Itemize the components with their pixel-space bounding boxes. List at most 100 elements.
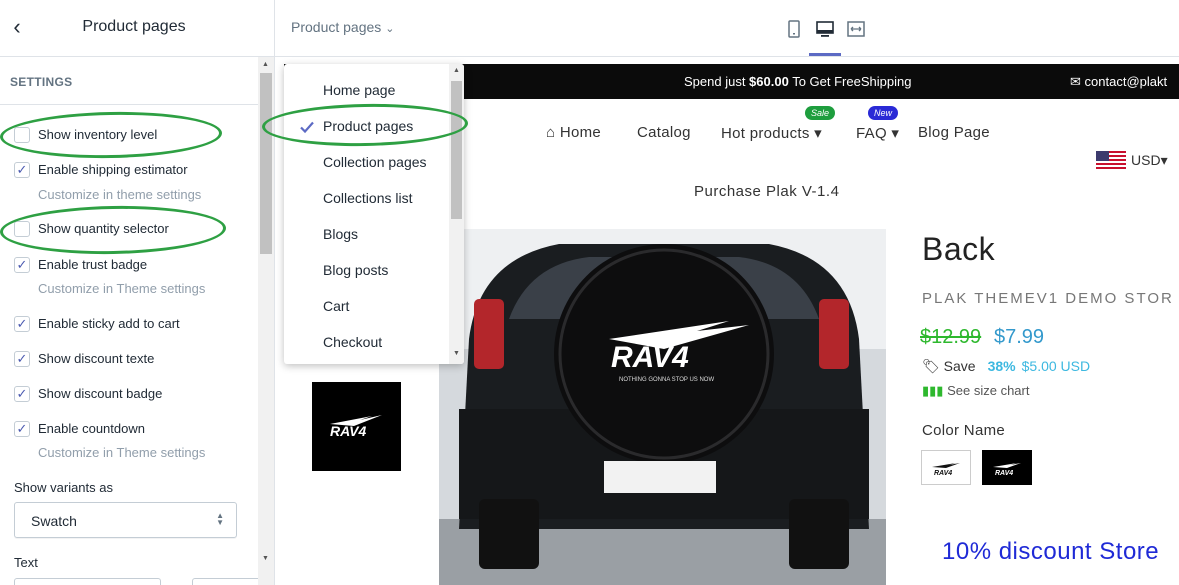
bar-chart-icon: ▮▮▮: [922, 383, 944, 398]
menu-scrollbar[interactable]: ▲ ▼: [449, 64, 464, 364]
scroll-down-icon[interactable]: ▼: [262, 555, 269, 562]
page-type-selector[interactable]: Product pages ⌄: [291, 19, 395, 35]
nav-faq[interactable]: FAQ ▾: [856, 124, 899, 142]
swatch-logo-text: RAV4: [934, 470, 952, 477]
promo-prefix: Spend just: [684, 74, 750, 89]
scroll-up-icon[interactable]: ▲: [453, 67, 460, 74]
sale-badge: Sale: [805, 106, 836, 120]
option-label: Enable trust badge: [38, 257, 148, 272]
checkmark-icon: [300, 121, 314, 134]
menu-item-product-pages[interactable]: Product pages: [323, 118, 413, 134]
nav-hot-products[interactable]: Hot products ▾: [721, 124, 822, 142]
color-option-label: Color Name: [922, 422, 1006, 439]
option-label: Show quantity selector: [38, 221, 169, 236]
variants-select-value: Swatch: [31, 513, 77, 529]
breadcrumb-title: Purchase Plak V-1.4: [694, 183, 840, 200]
option-label: Show discount badge: [38, 386, 163, 401]
page-type-dropdown: Home page Product pages Collection pages…: [284, 64, 464, 364]
savings-line: 🏷 Save 38% $5.00 USD: [922, 358, 1090, 375]
option-label: Enable sticky add to cart: [38, 316, 180, 331]
menu-item-blogs[interactable]: Blogs: [323, 226, 358, 242]
option-label: Enable shipping estimator: [38, 162, 188, 177]
product-thumbnail[interactable]: RAV4: [312, 382, 401, 471]
currency-selector[interactable]: USD▾: [1096, 151, 1168, 169]
new-badge: New: [868, 106, 899, 120]
menu-item-home-page[interactable]: Home page: [323, 82, 395, 98]
product-main-image[interactable]: RAV4 NOTHING GONNA STOP US NOW: [439, 229, 886, 585]
color-swatch-white[interactable]: RAV4: [921, 450, 971, 485]
scroll-up-icon[interactable]: ▲: [262, 61, 269, 68]
nav-blog-page[interactable]: Blog Page: [918, 124, 990, 141]
scroll-down-icon[interactable]: ▼: [453, 350, 460, 357]
text-input[interactable]: [14, 578, 161, 585]
checkbox-checked[interactable]: ✓: [14, 257, 30, 273]
sidebar-header: ‹ Product pages: [0, 0, 274, 57]
scrollbar-thumb[interactable]: [260, 73, 272, 254]
promo-text: Spend just $60.00 To Get FreeShipping: [684, 74, 911, 89]
text-style-buttons[interactable]: [192, 578, 264, 585]
tag-icon: 🏷: [922, 358, 940, 374]
option-hint: Customize in theme settings: [38, 187, 202, 202]
checkbox-checked[interactable]: ✓: [14, 386, 30, 402]
desktop-icon[interactable]: [814, 18, 836, 40]
editor-topbar: Product pages ⌄: [275, 0, 1179, 57]
tire-logo-text: RAV4: [611, 341, 689, 374]
menu-item-cart[interactable]: Cart: [323, 298, 349, 314]
product-title: Back: [922, 231, 996, 267]
product-vendor: PLAK THEMEV1 DEMO STOR: [922, 290, 1174, 307]
nav-catalog[interactable]: Catalog: [637, 124, 691, 141]
email-text: contact@plakt: [1084, 74, 1168, 89]
menu-item-collections-list[interactable]: Collections list: [323, 190, 412, 206]
checkbox-checked[interactable]: ✓: [14, 316, 30, 332]
option-hint: Customize in Theme settings: [38, 281, 206, 296]
option-label: Enable countdown: [38, 421, 145, 436]
envelope-icon: ✉: [1070, 74, 1081, 89]
sidebar-scrollbar[interactable]: ▲ ▼: [258, 57, 274, 585]
fullwidth-icon[interactable]: [845, 18, 867, 40]
product-price: $7.99: [994, 326, 1045, 348]
discount-text: 10% discount Store: [942, 538, 1160, 565]
text-label: Text: [14, 555, 38, 570]
variants-select[interactable]: Swatch ▲ ▼: [14, 502, 237, 538]
option-label: Show discount texte: [38, 351, 155, 366]
tire-logo-tagline: NOTHING GONNA STOP US NOW: [619, 377, 714, 383]
color-swatch-black[interactable]: RAV4: [982, 450, 1032, 485]
thumbnail-logo-text: RAV4: [330, 423, 367, 439]
menu-item-blog-posts[interactable]: Blog posts: [323, 262, 388, 278]
nav-label: Home: [559, 124, 602, 141]
option-label: Show inventory level: [38, 127, 158, 142]
contact-email[interactable]: ✉ contact@plakt: [1070, 74, 1167, 90]
mobile-icon[interactable]: [783, 18, 805, 40]
settings-section-heading: SETTINGS: [10, 75, 73, 89]
save-label: Save: [943, 358, 976, 374]
scrollbar-thumb[interactable]: [451, 81, 462, 219]
menu-item-collection-pages[interactable]: Collection pages: [323, 154, 427, 170]
promo-suffix: To Get FreeShipping: [788, 74, 912, 89]
option-hint: Customize in Theme settings: [38, 445, 206, 460]
checkbox-checked[interactable]: ✓: [14, 162, 30, 178]
size-chart-link[interactable]: ▮▮▮ See size chart: [922, 383, 1029, 399]
sidebar-title: Product pages: [82, 18, 186, 35]
divider: [0, 104, 258, 105]
select-arrows-icon: ▲ ▼: [216, 511, 224, 527]
nav-home[interactable]: ⌂ Home: [546, 124, 601, 141]
swatch-logo-text: RAV4: [995, 470, 1013, 477]
save-amount: $5.00 USD: [1021, 358, 1091, 374]
save-percent: 38%: [987, 358, 1016, 374]
page-type-label: Product pages: [291, 19, 382, 35]
checkbox[interactable]: [14, 221, 30, 237]
checkbox-checked[interactable]: ✓: [14, 351, 30, 367]
variants-label: Show variants as: [14, 480, 113, 495]
active-device-indicator: [809, 53, 841, 56]
currency-code: USD: [1131, 152, 1161, 168]
us-flag-icon: [1096, 151, 1126, 169]
settings-sidebar: ‹ Product pages SETTINGS Show inventory …: [0, 0, 275, 585]
checkbox-checked[interactable]: ✓: [14, 421, 30, 437]
home-icon: ⌂: [546, 124, 556, 141]
chevron-down-icon: ⌄: [385, 23, 395, 35]
compare-at-price: $12.99: [920, 326, 982, 348]
promo-amount: $60.00: [749, 74, 789, 89]
checkbox[interactable]: [14, 127, 30, 143]
menu-item-checkout[interactable]: Checkout: [323, 334, 382, 350]
size-chart-label: See size chart: [947, 383, 1030, 398]
